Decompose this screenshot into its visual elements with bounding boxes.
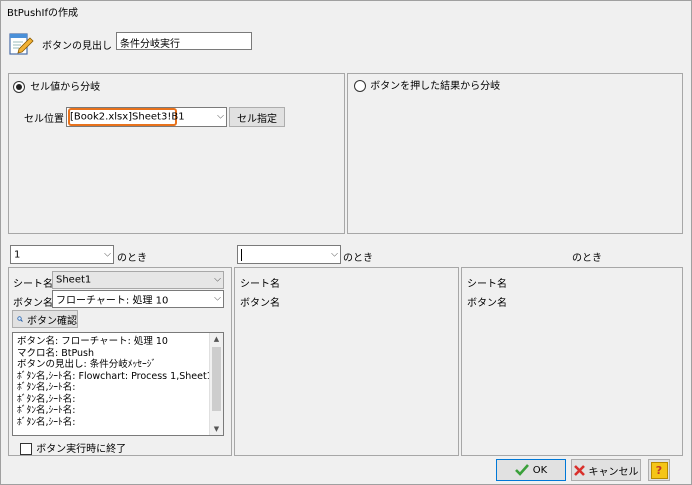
exit-on-run-label: ボタン実行時に終了: [36, 444, 127, 455]
help-button[interactable]: ?: [648, 459, 670, 481]
info-lines: ボタン名: フローチャート: 処理 10 マクロ名: BtPush ボタンの見出…: [17, 336, 213, 428]
scroll-thumb[interactable]: [212, 347, 221, 411]
scroll-down-icon[interactable]: ▼: [210, 425, 223, 433]
search-icon: [17, 316, 23, 322]
when-label-2: のとき: [343, 253, 373, 264]
col1-sheet-combo[interactable]: Sheet1 ⌵: [52, 271, 224, 289]
radio-unselected-indicator: [354, 80, 366, 92]
col1-button-combo[interactable]: フローチャート: 処理 10 ⌵: [52, 290, 224, 308]
col1-sheet-value: Sheet1: [56, 274, 92, 286]
info-line: ボタンの見出し: 条件分岐ﾒｯｾｰｼﾞ: [17, 359, 157, 370]
cell-branch-panel: [8, 73, 345, 234]
chevron-down-icon[interactable]: ⌵: [331, 249, 338, 259]
confirm-button[interactable]: ボタン確認: [12, 310, 78, 328]
col3-button-label: ボタン名: [467, 298, 507, 309]
scroll-up-icon[interactable]: ▲: [210, 335, 223, 343]
cell-position-combo[interactable]: [Book2.xlsx]Sheet3!B1 ⌵: [66, 107, 227, 127]
cancel-button-label: キャンセル: [588, 466, 639, 478]
col1-sheet-label: シート名: [13, 279, 53, 290]
info-line: ﾎﾞﾀﾝ名,ｼｰﾄ名:: [17, 382, 76, 393]
cell-branch-radio[interactable]: セル値から分岐: [13, 78, 100, 93]
ok-button-label: OK: [532, 464, 548, 476]
chevron-down-icon[interactable]: ⌵: [214, 294, 221, 304]
checkmark-icon: [514, 464, 529, 476]
info-line: マクロ名: BtPush: [17, 347, 95, 359]
condition-combo-2[interactable]: ⌵: [237, 245, 341, 264]
chevron-down-icon[interactable]: ⌵: [214, 275, 221, 285]
info-scrollbar[interactable]: ▲ ▼: [209, 333, 223, 435]
text-cursor: [241, 249, 242, 261]
condition-combo-1[interactable]: 1 ⌵: [10, 245, 114, 264]
cell-branch-radio-label: セル値から分岐: [30, 82, 101, 93]
button-branch-radio-label: ボタンを押した結果から分岐: [370, 81, 501, 92]
edit-doc-icon: [8, 30, 34, 56]
window-title: BtPushIfの作成: [7, 8, 78, 19]
ok-button[interactable]: OK: [496, 459, 566, 481]
cell-position-value: [Book2.xlsx]Sheet3!B1: [70, 111, 185, 123]
when-label-3: のとき: [572, 253, 602, 264]
col1-button-label: ボタン名: [13, 298, 53, 309]
info-line: ﾎﾞﾀﾝ名,ｼｰﾄ名:: [17, 393, 76, 405]
heading-input-value: 条件分岐実行: [120, 39, 180, 50]
info-line: ﾎﾞﾀﾝ名,ｼｰﾄ名: Flowchart: Process 1,Sheet1: [17, 370, 213, 382]
help-icon: ?: [650, 461, 668, 479]
button-branch-radio[interactable]: ボタンを押した結果から分岐: [354, 77, 500, 92]
col1-button-value: フローチャート: 処理 10: [56, 295, 169, 307]
button-branch-panel: [347, 73, 683, 234]
cell-select-button-label: セル指定: [237, 113, 277, 125]
heading-label: ボタンの見出し: [42, 41, 112, 52]
checkbox-box: [20, 443, 32, 455]
when-label-1: のとき: [117, 253, 147, 264]
col2-button-label: ボタン名: [240, 298, 280, 309]
info-line: ﾎﾞﾀﾝ名,ｼｰﾄ名:: [17, 416, 76, 428]
cell-position-label: セル位置: [24, 114, 64, 125]
col2-sheet-label: シート名: [240, 279, 280, 290]
button-info-textarea[interactable]: ボタン名: フローチャート: 処理 10 マクロ名: BtPush ボタンの見出…: [12, 332, 224, 436]
radio-selected-indicator: [13, 81, 25, 93]
info-line: ﾎﾞﾀﾝ名,ｼｰﾄ名:: [17, 405, 76, 416]
info-line: ボタン名: フローチャート: 処理 10: [17, 336, 168, 347]
close-icon: [573, 464, 585, 476]
confirm-button-label: ボタン確認: [27, 315, 77, 327]
col3-sheet-label: シート名: [467, 279, 507, 290]
cancel-button[interactable]: キャンセル: [571, 459, 641, 481]
chevron-down-icon[interactable]: ⌵: [217, 112, 224, 122]
heading-input[interactable]: 条件分岐実行: [116, 32, 252, 50]
exit-on-run-checkbox[interactable]: ボタン実行時に終了: [20, 440, 126, 455]
cell-select-button[interactable]: セル指定: [229, 107, 285, 127]
chevron-down-icon[interactable]: ⌵: [104, 249, 111, 259]
condition-1-value: 1: [14, 249, 21, 260]
